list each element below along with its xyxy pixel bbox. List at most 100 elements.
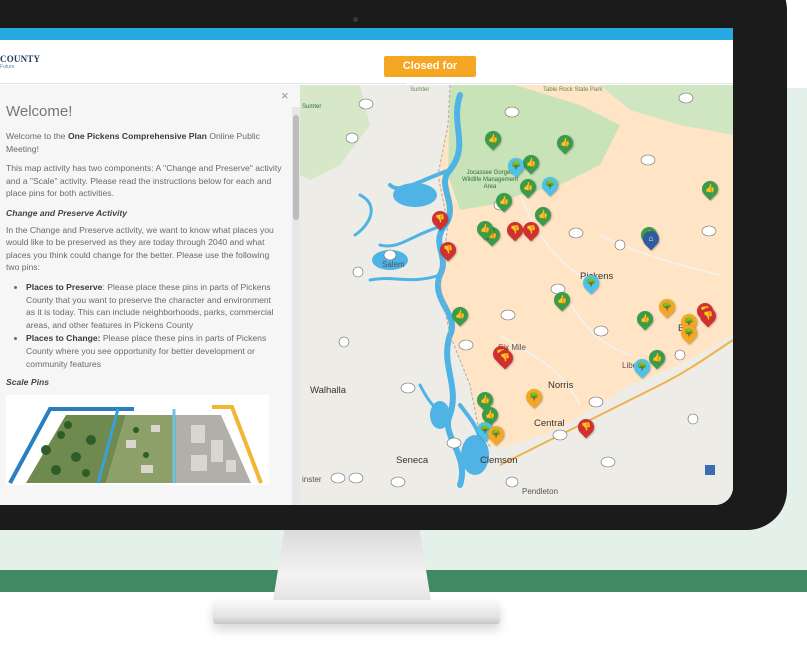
tree-icon: 🌳: [491, 429, 501, 438]
thumbs-up-icon: 👍: [652, 353, 662, 362]
map-view[interactable]: Sumter Table Rock State Park Sumter Joca…: [300, 85, 733, 505]
status-badge: Closed for Comment: [384, 56, 476, 93]
thumbs-up-icon: 👍: [523, 182, 533, 191]
scale-diagram: [6, 394, 269, 485]
map-pin-preserve[interactable]: 👍: [492, 189, 516, 213]
thumbs-up-icon: 👍: [488, 134, 498, 143]
map-pin-urban[interactable]: ⌂: [639, 227, 663, 251]
bullet-label: Places to Change:: [26, 333, 101, 344]
map-label-seneca: Seneca: [396, 455, 429, 466]
plan-name: One Pickens Comprehensive Plan: [67, 131, 207, 141]
map-pin-preserve[interactable]: 👍: [633, 307, 657, 331]
scale-pins-image: [6, 394, 269, 485]
tree-icon: 🌳: [586, 278, 596, 287]
tree-icon: 🌳: [529, 392, 539, 401]
map-pin-change[interactable]: 👎: [428, 207, 452, 231]
map-pin-preserve[interactable]: 👍: [516, 175, 540, 199]
thumbs-down-icon: 👎: [581, 422, 591, 431]
welcome-panel: × Welcome! Welcome to the One Pickens Co…: [0, 85, 300, 505]
list-item: Places to Preserve: Please place these p…: [26, 281, 282, 331]
monitor-stand: [272, 527, 432, 607]
close-icon[interactable]: ×: [281, 89, 289, 102]
top-strip: [0, 28, 733, 40]
thumbs-up-icon: 👍: [705, 184, 715, 193]
panel-title: Welcome!: [6, 103, 73, 120]
map-label-clemson: Clemson: [480, 455, 518, 466]
tree-icon: 🌳: [684, 328, 694, 337]
thumbs-up-icon: 👍: [557, 295, 567, 304]
thumbs-up-icon: 👍: [480, 395, 490, 404]
map-label-central: Central: [534, 418, 565, 429]
tree-icon: 🌳: [637, 362, 647, 371]
map-pin-rural[interactable]: 🌳: [655, 295, 679, 319]
panel-scroll-thumb[interactable]: [293, 115, 299, 220]
map-pin-rural[interactable]: 🌳: [522, 385, 546, 409]
thumbs-up-icon: 👍: [538, 210, 548, 219]
map-label-walhalla: Walhalla: [310, 385, 347, 396]
components-text: This map activity has two components: A …: [6, 163, 282, 199]
map-pin-change[interactable]: 👎: [519, 218, 543, 242]
logo-text: COUNTY: [0, 54, 41, 64]
thumbs-up-icon: 👍: [499, 196, 509, 205]
map-pin-rural[interactable]: 🌳: [484, 422, 508, 446]
map-pin-suburban[interactable]: 🌳: [504, 154, 528, 178]
app-header: COUNTY Future Closed for Comment: [0, 40, 733, 93]
map-pin-preserve[interactable]: 👍: [550, 288, 574, 312]
thumbs-up-icon: 👍: [455, 310, 465, 319]
map-label-norris: Norris: [548, 380, 574, 391]
thumbs-up-icon: 👍: [640, 314, 650, 323]
map-pin-change[interactable]: 👎: [574, 415, 598, 439]
camera-dot: [353, 17, 358, 22]
map-pin-rural[interactable]: 🌳: [677, 321, 701, 345]
building-icon: ⌂: [648, 234, 654, 243]
monitor-base: [213, 600, 500, 624]
map-pin-suburban[interactable]: 🌳: [538, 173, 562, 197]
thumbs-down-icon: 👎: [526, 225, 536, 234]
map-canvas: [300, 85, 733, 505]
map-pin-preserve[interactable]: 👍: [473, 217, 497, 241]
map-label-pendleton: Pendleton: [522, 487, 559, 496]
map-label-table-rock: Table Rock State Park: [543, 87, 603, 93]
map-pin-preserve[interactable]: 👍: [645, 346, 669, 370]
pin-instructions-list: Places to Preserve: Please place these p…: [16, 281, 282, 370]
tree-icon: 🌳: [545, 180, 555, 189]
map-pin-change[interactable]: 👎: [436, 238, 460, 262]
intro-prefix: Welcome to the: [6, 131, 68, 141]
map-pin-change[interactable]: 👎: [493, 346, 517, 370]
thumbs-down-icon: 👎: [443, 245, 453, 254]
thumbs-down-icon: 👎: [500, 353, 510, 362]
map-pin-suburban[interactable]: 🌳: [630, 355, 654, 379]
map-pin-suburban[interactable]: 🌳: [579, 271, 603, 295]
section-title-scale: Scale Pins: [6, 377, 49, 388]
thumbs-up-icon: 👍: [526, 158, 536, 167]
tree-icon: 🌳: [511, 161, 521, 170]
thumbs-down-icon: 👎: [435, 214, 445, 223]
map-label-forest: Sumter: [410, 87, 430, 93]
map-pin-change[interactable]: 👎: [696, 304, 720, 328]
list-item: Places to Change: Please place these pin…: [26, 332, 282, 370]
monitor-bezel: COUNTY Future Closed for Comment × Welco…: [0, 0, 787, 530]
map-pin-preserve[interactable]: 👍: [698, 177, 722, 201]
logo-subtext: Future: [0, 64, 15, 70]
map-label-minster: inster: [302, 475, 322, 484]
thumbs-down-icon: 👎: [510, 225, 520, 234]
county-logo[interactable]: COUNTY Future: [0, 54, 60, 74]
thumbs-up-icon: 👍: [485, 410, 495, 419]
map-pin-preserve[interactable]: 👍: [519, 151, 543, 175]
monitor-mockup: COUNTY Future Closed for Comment × Welco…: [0, 0, 807, 651]
intro-text: Welcome to the One Pickens Comprehensive…: [6, 130, 282, 155]
tree-icon: 🌳: [662, 302, 672, 311]
map-pin-preserve[interactable]: 👍: [448, 303, 472, 327]
map-pin-change[interactable]: 👎: [503, 218, 527, 242]
thumbs-up-icon: 👍: [560, 138, 570, 147]
map-label-salem: Salem: [382, 260, 405, 269]
thumbs-down-icon: 👎: [703, 311, 713, 320]
section-title-change-preserve: Change and Preserve Activity: [6, 207, 127, 218]
thumbs-up-icon: 👍: [480, 224, 490, 233]
map-pin-preserve[interactable]: 👍: [553, 131, 577, 155]
bullet-label: Places to Preserve: [26, 281, 103, 292]
panel-content: Welcome! Welcome to the One Pickens Comp…: [6, 85, 282, 485]
map-pin-preserve[interactable]: 👍: [481, 127, 505, 151]
section-body-change-preserve: In the Change and Preserve activity, we …: [6, 224, 274, 273]
screen: COUNTY Future Closed for Comment × Welco…: [0, 28, 733, 505]
